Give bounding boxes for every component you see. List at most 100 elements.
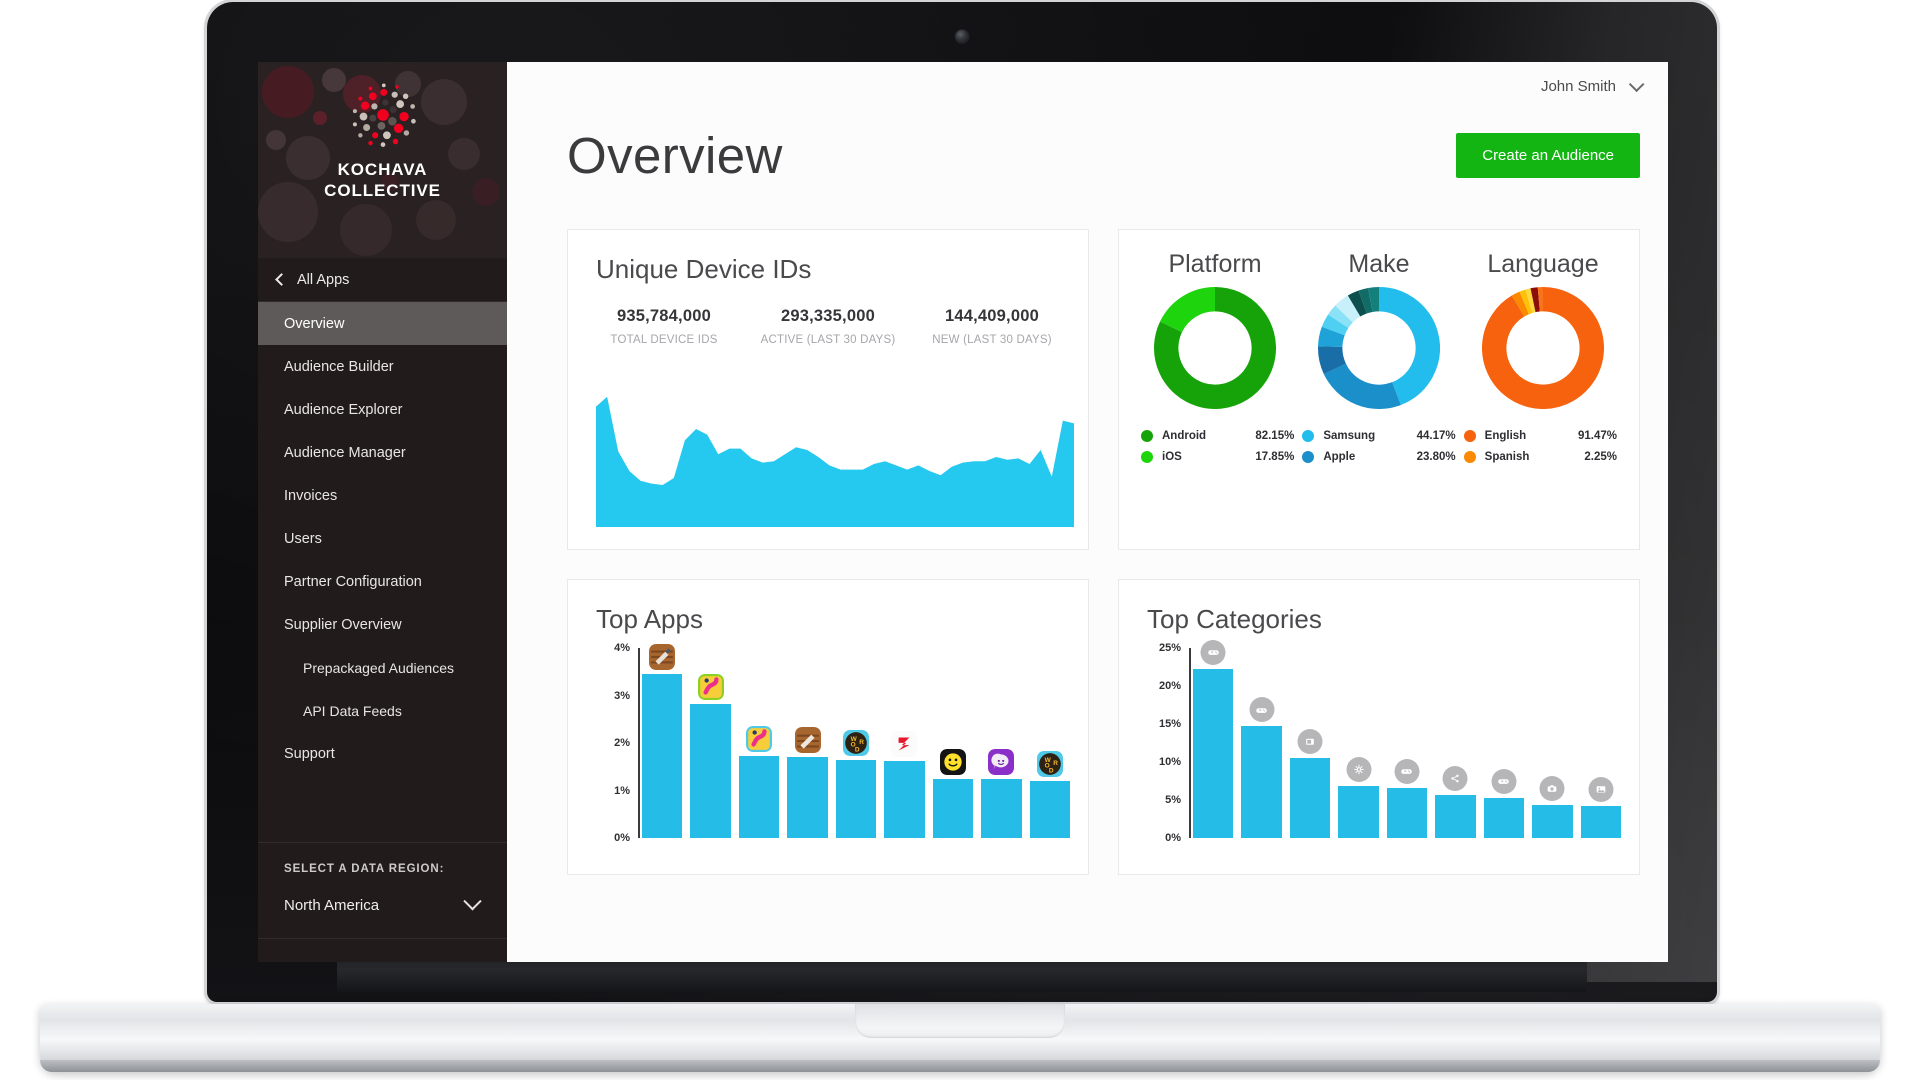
y-axis-tick: 1% [614, 784, 630, 797]
bar-column[interactable] [1580, 648, 1621, 838]
sidebar-item-invoices[interactable]: Invoices [258, 474, 507, 517]
sidebar-item-audience-explorer[interactable]: Audience Explorer [258, 388, 507, 431]
data-region-label: SELECT A DATA REGION: [284, 863, 445, 875]
create-audience-button[interactable]: Create an Audience [1456, 133, 1640, 178]
sidebar-item-overview[interactable]: Overview [258, 302, 507, 345]
bar-column[interactable]: WROD [835, 648, 877, 838]
chevron-down-icon[interactable] [1628, 76, 1645, 92]
platform-donut-svg [1154, 287, 1276, 409]
legend-label: Samsung [1323, 430, 1376, 442]
bar[interactable] [738, 756, 780, 838]
sidebar-item-label: Prepackaged Audiences [303, 659, 454, 676]
legend-color-swatch [1141, 430, 1153, 442]
bar-column[interactable] [1193, 639, 1234, 838]
donut-row: Platform Make Language [1119, 230, 1639, 414]
bar[interactable] [690, 704, 731, 838]
sidebar-item-api-data-feeds[interactable]: API Data Feeds [258, 689, 507, 732]
card-top-categories: Top Categories 0% 5% 10% 15% 20% 25% [1118, 579, 1640, 875]
sidebar-item-label: Users [284, 530, 322, 547]
bar[interactable] [1435, 795, 1476, 838]
data-region-dropdown[interactable]: North America [284, 892, 485, 914]
bar-column[interactable] [932, 648, 974, 838]
sidebar-item-supplier-overview[interactable]: Supplier Overview [258, 603, 507, 646]
bar-column[interactable] [690, 648, 731, 838]
bar-column[interactable] [642, 644, 683, 838]
user-menu-label[interactable]: John Smith [1541, 78, 1616, 95]
bar-column[interactable] [1386, 648, 1428, 838]
bar-column[interactable] [981, 648, 1022, 838]
bar[interactable] [1029, 781, 1070, 838]
bar-column[interactable] [1241, 648, 1282, 838]
bar[interactable] [642, 674, 683, 838]
bar[interactable] [932, 778, 974, 838]
kpi-active-last-30-days: 293,335,000 ACTIVE (LAST 30 DAYS) [746, 307, 910, 349]
legend-item: Spanish 2.25% [1463, 451, 1617, 463]
kpi-value: 293,335,000 [781, 307, 875, 325]
bar[interactable] [981, 778, 1022, 838]
bar-column[interactable] [787, 648, 828, 838]
sidebar-item-audience-manager[interactable]: Audience Manager [258, 431, 507, 474]
y-axis-tick: 15% [1158, 718, 1181, 730]
bar[interactable] [1532, 804, 1573, 838]
kpi-value: 935,784,000 [617, 307, 711, 325]
sidebar-item-partner-configuration[interactable]: Partner Configuration [258, 560, 507, 603]
data-region-selector: SELECT A DATA REGION: North America [258, 842, 507, 914]
svg-text:R: R [859, 739, 864, 746]
photo-icon [1588, 777, 1614, 803]
bar[interactable] [787, 757, 828, 838]
plot-area: WROD WROD [642, 644, 1070, 838]
legend-value: 2.25% [1584, 451, 1617, 463]
legend-item: English 91.47% [1463, 430, 1617, 442]
bar-column[interactable] [738, 648, 780, 838]
bar[interactable] [1338, 785, 1379, 838]
area-chart-svg [596, 396, 1074, 527]
y-axis-tick: 5% [1165, 794, 1181, 806]
card-title: Unique Device IDs [596, 254, 812, 284]
bar-column[interactable] [1435, 648, 1476, 838]
all-apps-back-link[interactable]: All Apps [258, 258, 507, 302]
sidebar-item-audience-builder[interactable]: Audience Builder [258, 345, 507, 388]
bar-column[interactable] [1532, 648, 1573, 838]
sidebar-item-users[interactable]: Users [258, 517, 507, 560]
y-axis: 0% 5% 10% 15% 20% 25% [1147, 642, 1189, 844]
bar[interactable] [1580, 806, 1621, 838]
top-categories-chart: 0% 5% 10% 15% 20% 25% [1147, 639, 1621, 858]
y-axis-tick: 3% [614, 689, 630, 702]
kpi-row: 935,784,000 TOTAL DEVICE IDS 293,335,000 AC… [568, 307, 1088, 349]
bar[interactable] [1483, 797, 1525, 838]
donut-title: Platform [1168, 250, 1262, 278]
y-axis-tick: 4% [614, 642, 630, 654]
bar[interactable] [1241, 726, 1282, 838]
sidebar-item-support[interactable]: Support [258, 732, 507, 775]
bar[interactable] [835, 759, 877, 838]
sidebar-item-label: Audience Explorer [284, 401, 403, 418]
data-region-value: North America [284, 897, 380, 914]
svg-text:D: D [855, 746, 860, 753]
make-donut-svg [1318, 286, 1440, 409]
share-icon [1442, 766, 1468, 792]
bar-column[interactable] [884, 648, 925, 838]
app-zedge [891, 731, 918, 758]
svg-text:R: R [1053, 760, 1058, 767]
legend-label: Apple [1323, 451, 1356, 463]
legend-label: Spanish [1484, 451, 1530, 463]
bar-column[interactable] [1483, 648, 1525, 838]
app-word-game: WROD [842, 729, 869, 756]
y-axis: 0% 1% 2% 3% 4% [596, 642, 638, 844]
bar-column[interactable] [1289, 648, 1331, 838]
legend-label: iOS [1162, 451, 1182, 463]
y-axis-tick: 10% [1158, 756, 1181, 768]
bar[interactable] [1289, 758, 1331, 838]
y-axis-tick: 25% [1158, 642, 1181, 654]
bar[interactable] [1193, 668, 1234, 838]
bar-column[interactable] [1338, 648, 1379, 838]
bar[interactable] [884, 761, 925, 838]
bar-column[interactable]: WROD [1029, 648, 1070, 838]
bar[interactable] [1386, 787, 1428, 838]
donut-legends: Android 82.15% iOS 17.85% Samsung 44.17% Apple… [1119, 430, 1639, 472]
legend-color-swatch [1463, 451, 1476, 463]
card-unique-device-ids: Unique Device IDs 935,784,000 TOTAL DEVIC… [567, 229, 1089, 550]
sidebar-item-prepackaged-audiences[interactable]: Prepackaged Audiences [258, 646, 507, 689]
kpi-value: 144,409,000 [945, 307, 1039, 325]
page-title: Overview [567, 127, 783, 184]
